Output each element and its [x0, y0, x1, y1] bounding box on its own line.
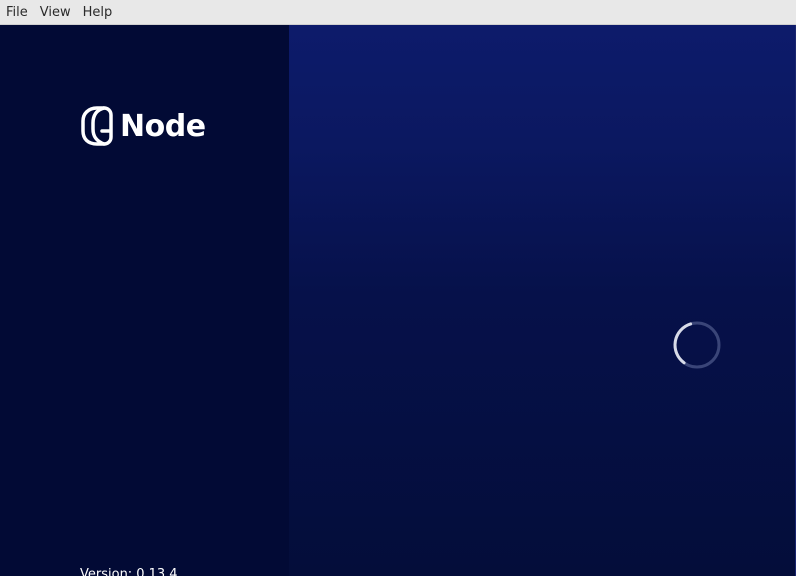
app-window: Node Version: 0.13.4 [0, 25, 796, 576]
spinner-icon [672, 320, 722, 370]
version-number: 0.13.4 [136, 567, 178, 576]
menu-file[interactable]: File [6, 5, 28, 20]
logo-text: Node [120, 108, 206, 144]
node-logo-icon [80, 105, 114, 147]
menu-view[interactable]: View [40, 5, 71, 20]
version-text: Version: 0.13.4 [80, 567, 178, 576]
version-label: Version: [80, 567, 133, 576]
main-panel [289, 25, 796, 576]
sidebar: Node Version: 0.13.4 [0, 25, 289, 576]
menu-help[interactable]: Help [83, 5, 113, 20]
menu-bar: File View Help [0, 0, 796, 25]
logo: Node [80, 105, 206, 147]
